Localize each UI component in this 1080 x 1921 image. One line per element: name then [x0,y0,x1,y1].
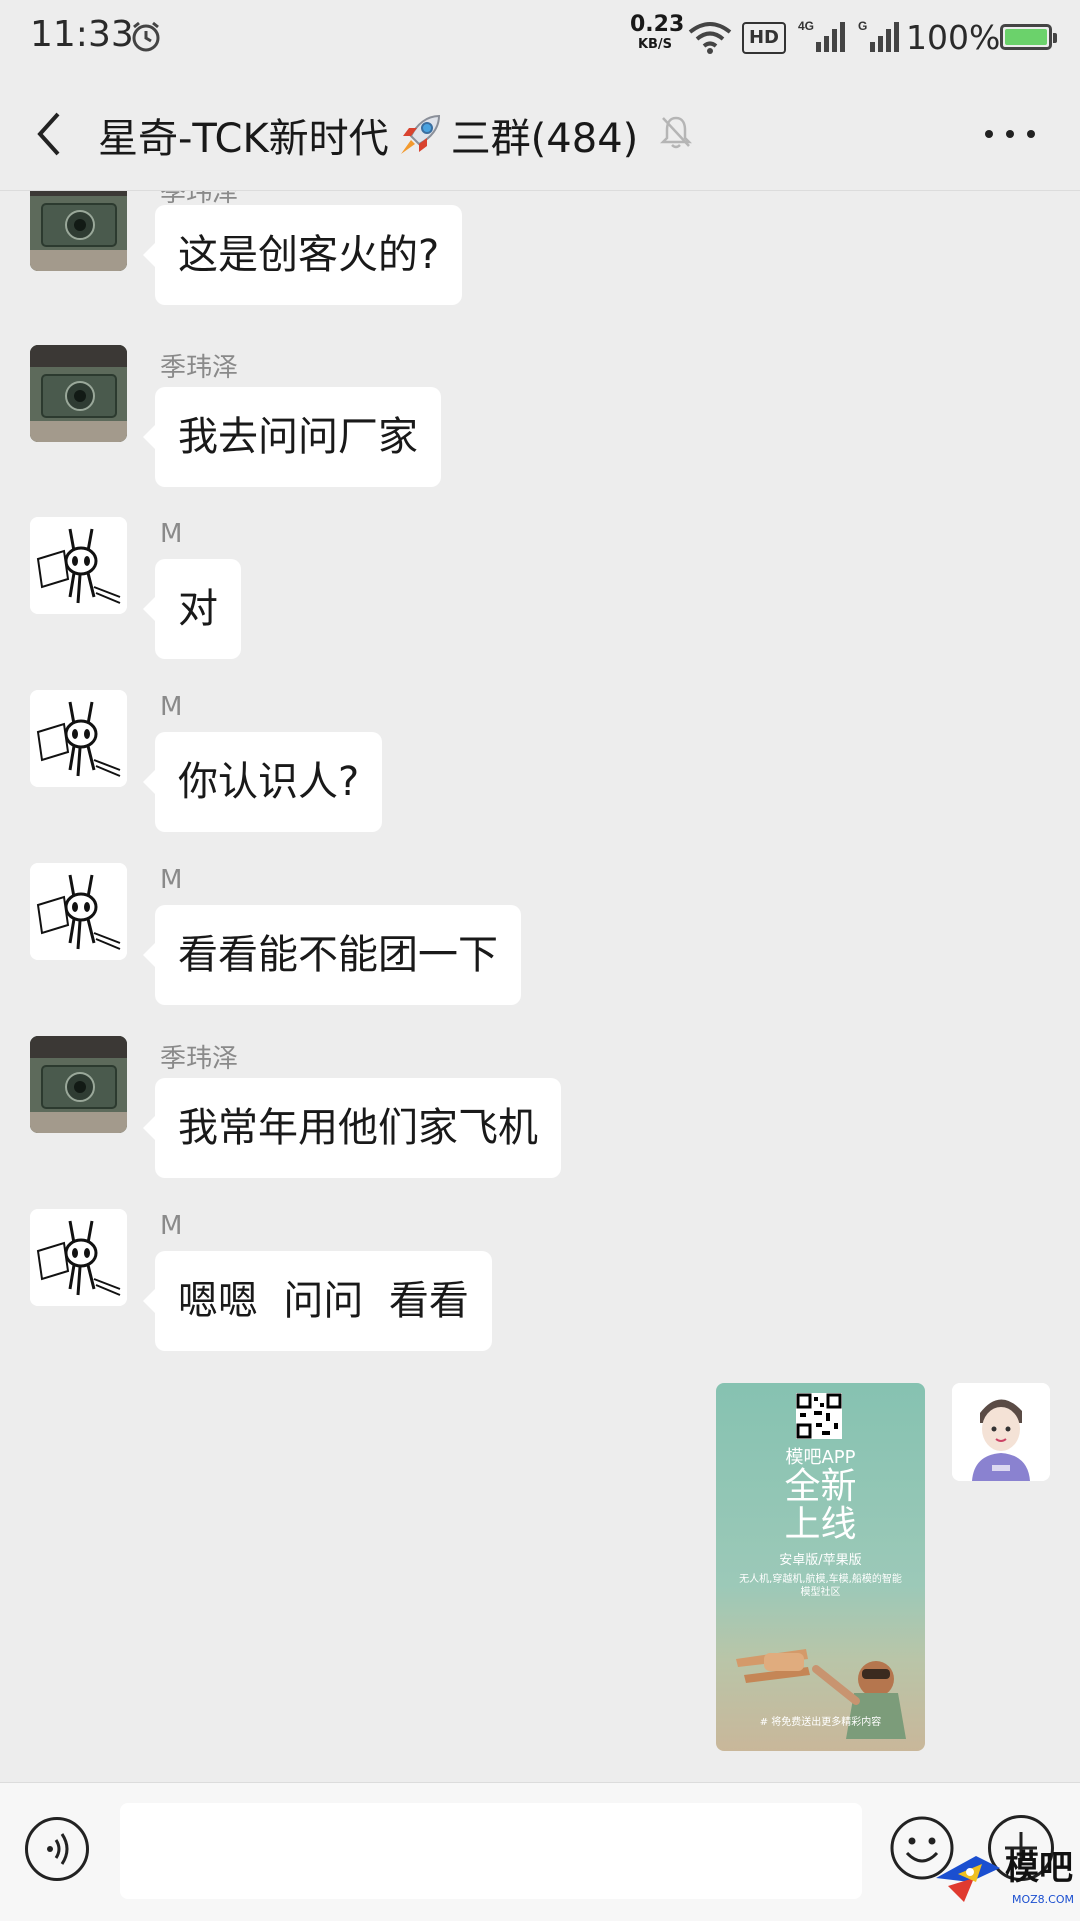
message-bubble[interactable]: 你认识人? [142,732,383,832]
chat-header: 星奇-TCK新时代 三群(484) [0,78,1080,191]
sender-name: M [160,1211,183,1241]
message-bubble[interactable]: 对 [143,559,241,659]
chat-title-count: 三群(484) [450,116,639,162]
avatar[interactable] [30,1209,127,1306]
poster-description: 无人机,穿越机,航模,车模,船模的智能模型社区 [739,1574,902,1598]
watermark-url: MOZ8.COM [1012,1893,1075,1906]
mute-bell-icon [660,116,692,149]
sketch-drawing-icon [30,1209,127,1306]
avatar[interactable] [30,191,127,271]
camera-photo-icon [30,191,127,271]
my-avatar[interactable] [952,1383,1050,1481]
message-list[interactable]: 季玮泽 这是创客火的? 季玮泽 我去问问厂家 M 对 M 你认识人? M 看看能… [0,191,1080,1780]
poster-footer: # 将免费送出更多精彩内容 [759,1717,882,1728]
avatar[interactable] [30,517,127,614]
sender-name: 季玮泽 [160,353,239,383]
alarm-icon [132,21,160,52]
sketch-drawing-icon [30,690,127,787]
watermark-brand: 模吧 [1005,1848,1073,1888]
poster-platforms: 安卓版/苹果版 [779,1553,862,1568]
cartoon-boy-icon [952,1383,1050,1481]
poster-image[interactable]: 模吧APP 全新 上线 安卓版/苹果版 无人机,穿越机,航模,车模,船模的智能模… [716,1383,925,1751]
battery-icon [1000,24,1057,50]
avatar[interactable] [30,863,127,960]
message-bubble[interactable]: 这是创客火的? [142,205,463,305]
signal-g-icon: G [858,19,899,52]
avatar[interactable] [30,345,127,442]
sender-name: 季玮泽 [160,1044,239,1074]
rocket-emoji-icon [400,114,440,154]
input-bar [0,1782,1080,1921]
net-speed: 0.23 KB/S [630,12,685,52]
back-arrow-icon[interactable] [30,108,70,160]
message-bubble[interactable]: 嗯嗯 问问 看看 [143,1251,492,1351]
net-speed-value: 0.23 [630,12,685,37]
battery-percent: 100% [906,18,1001,57]
chat-title: 星奇-TCK新时代 三群(484) [98,106,638,164]
poster-headline-1: 全新 [784,1466,857,1507]
message-input[interactable] [120,1803,862,1899]
wifi-icon [688,22,732,54]
poster-headline-2: 上线 [784,1504,857,1545]
chat-title-name: 星奇-TCK新时代 [98,116,389,162]
qr-code-icon [796,1393,842,1439]
avatar[interactable] [30,1036,127,1133]
net-speed-unit: KB/S [637,37,673,52]
avatar[interactable] [30,690,127,787]
status-time: 11:33 [30,14,134,55]
sender-name: M [160,519,183,549]
svg-text:4G: 4G [798,19,814,33]
voice-icon[interactable] [25,1817,89,1881]
sketch-drawing-icon [30,863,127,960]
battery-fill [1005,29,1047,45]
sender-name: M [160,692,183,722]
svg-text:G: G [858,19,867,33]
hd-badge: HD [742,22,786,54]
more-icon[interactable] [985,116,1035,152]
camera-photo-icon [30,345,127,442]
message-bubble[interactable]: 看看能不能团一下 [143,905,521,1005]
status-bar: 11:33 0.23 KB/S HD 4G G 100% [0,0,1080,78]
signal-4g-icon: 4G [798,19,845,52]
message-bubble[interactable]: 我去问问厂家 [143,387,441,487]
camera-photo-icon [30,1036,127,1133]
sketch-drawing-icon [30,517,127,614]
sender-name: M [160,865,183,895]
message-bubble[interactable]: 我常年用他们家飞机 [143,1078,561,1178]
